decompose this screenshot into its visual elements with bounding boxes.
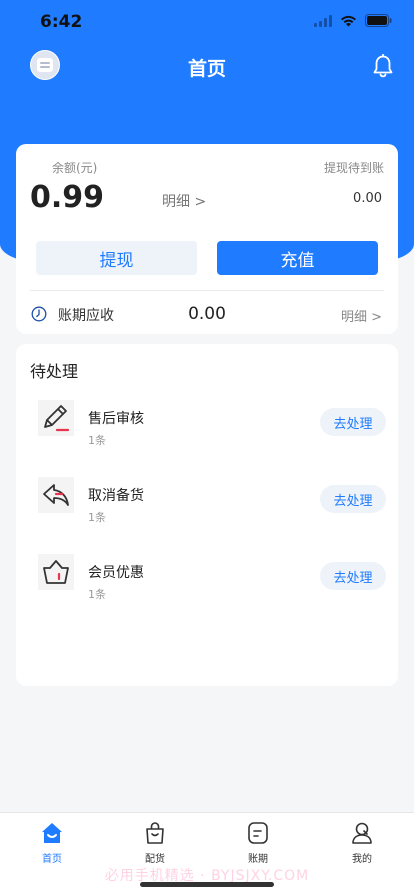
handle-cancel-stocking-button[interactable]: 去处理 (320, 485, 386, 513)
pending-tasks-card: 待处理 售后审核 1条 去处理 取消备货 1条 去处理 会员优惠 1条 去处理 (16, 344, 398, 686)
battery-icon (365, 14, 392, 27)
recharge-button[interactable]: 充值 (217, 241, 378, 275)
undo-arrow-icon (38, 477, 74, 513)
task-title: 取消备货 (88, 488, 144, 504)
balance-card: 余额(元) 0.99 明细 > 提现待到账 0.00 提现 充值 账期应收 0.… (16, 144, 398, 334)
task-title: 会员优惠 (88, 565, 144, 581)
basket-icon (38, 554, 74, 590)
tab-label: 配货 (145, 854, 165, 865)
tab-distribution[interactable]: 配货 (125, 821, 185, 865)
task-title: 售后审核 (88, 411, 144, 427)
shopping-bag-icon (146, 822, 164, 844)
home-indicator (140, 882, 274, 887)
handle-after-sales-button[interactable]: 去处理 (320, 408, 386, 436)
billing-period-detail-link[interactable]: 明细 > (341, 306, 382, 325)
task-count: 1条 (88, 511, 106, 524)
balance-label: 余额(元) (52, 161, 98, 175)
status-bar: 6:42 (0, 0, 414, 44)
tab-label: 首页 (42, 854, 62, 865)
task-item-cancel-stocking: 取消备货 1条 去处理 (16, 473, 398, 533)
billing-period-row: 账期应收 0.00 明细 > (16, 294, 398, 334)
user-icon (352, 822, 372, 844)
balance-value: 0.99 (30, 180, 105, 215)
pen-edit-icon (38, 400, 74, 436)
balance-detail-link[interactable]: 明细 > (162, 191, 206, 211)
nav-bar: 首页 (0, 44, 414, 88)
tab-label: 账期 (248, 854, 268, 865)
page-title: 首页 (187, 58, 226, 80)
screen: 6:42 首页 余额(元) 0.99 明细 > 提现待到账 0.00 提现 充值… (0, 0, 414, 896)
task-count: 1条 (88, 434, 106, 447)
tab-profile[interactable]: 我的 (332, 821, 392, 865)
cellular-signal-icon (314, 14, 332, 27)
bill-icon (248, 822, 268, 844)
pending-withdrawal-label: 提现待到账 (323, 161, 384, 175)
task-item-after-sales-review: 售后审核 1条 去处理 (16, 396, 398, 456)
status-icons (314, 14, 392, 27)
tab-home[interactable]: 首页 (22, 821, 82, 865)
handle-member-discount-button[interactable]: 去处理 (320, 562, 386, 590)
home-icon (42, 823, 62, 843)
bell-icon[interactable] (372, 53, 394, 82)
withdraw-button[interactable]: 提现 (36, 241, 197, 275)
task-count: 1条 (88, 588, 106, 601)
pending-tasks-title: 待处理 (30, 362, 79, 381)
tab-billing-period[interactable]: 账期 (228, 821, 288, 865)
card-divider (30, 290, 384, 291)
pending-withdrawal-value: 0.00 (353, 191, 382, 206)
task-item-member-discount: 会员优惠 1条 去处理 (16, 550, 398, 610)
wifi-icon (340, 15, 357, 27)
status-time: 6:42 (40, 12, 83, 32)
tab-label: 我的 (352, 854, 372, 865)
